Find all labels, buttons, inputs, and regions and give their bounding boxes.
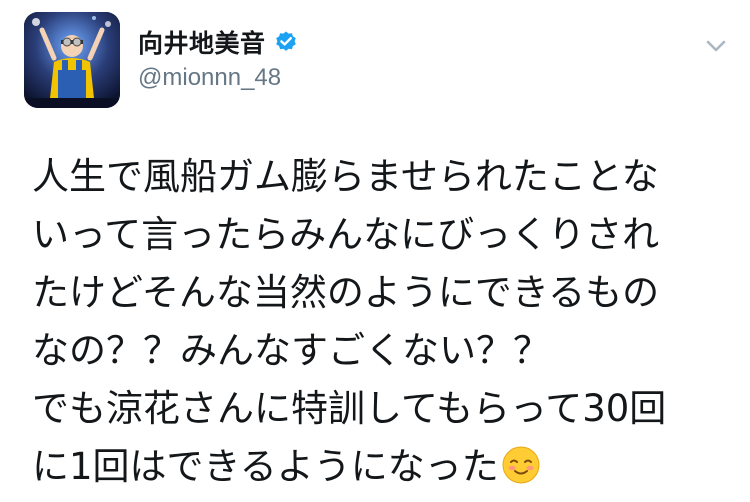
avatar-image xyxy=(24,12,120,108)
tweet-line: でも涼花さんに特訓してもらって30回 xyxy=(32,387,667,430)
verified-badge-icon xyxy=(274,30,298,54)
display-name[interactable]: 向井地美音 xyxy=(138,24,266,60)
tweet-line: いって言ったらみんなにびっくりされ xyxy=(32,213,660,256)
tweet-card: 向井地美音 @mionnn_48 人生で風船ガム膨らませられたことな いって言っ… xyxy=(0,0,750,498)
avatar[interactable] xyxy=(24,12,120,108)
chevron-down-icon[interactable] xyxy=(700,34,732,58)
tweet-line: 人生で風船ガム膨らませられたことな xyxy=(32,155,659,198)
tweet-line: に1回はできるようになった xyxy=(32,445,499,488)
tweet-header: 向井地美音 @mionnn_48 xyxy=(138,22,298,92)
tweet-last-line: に1回はできるようになった xyxy=(32,438,732,496)
name-row: 向井地美音 xyxy=(138,22,298,62)
tweet-text: 人生で風船ガム膨らませられたことな いって言ったらみんなにびっくりされ たけどそ… xyxy=(32,148,732,496)
smiling-face-emoji-icon xyxy=(501,444,541,484)
handle[interactable]: @mionnn_48 xyxy=(138,64,298,92)
tweet-line: たけどそんな当然のようにできるもの xyxy=(32,271,660,314)
tweet-line: なの？？みんなすごくない？？ xyxy=(32,329,550,372)
